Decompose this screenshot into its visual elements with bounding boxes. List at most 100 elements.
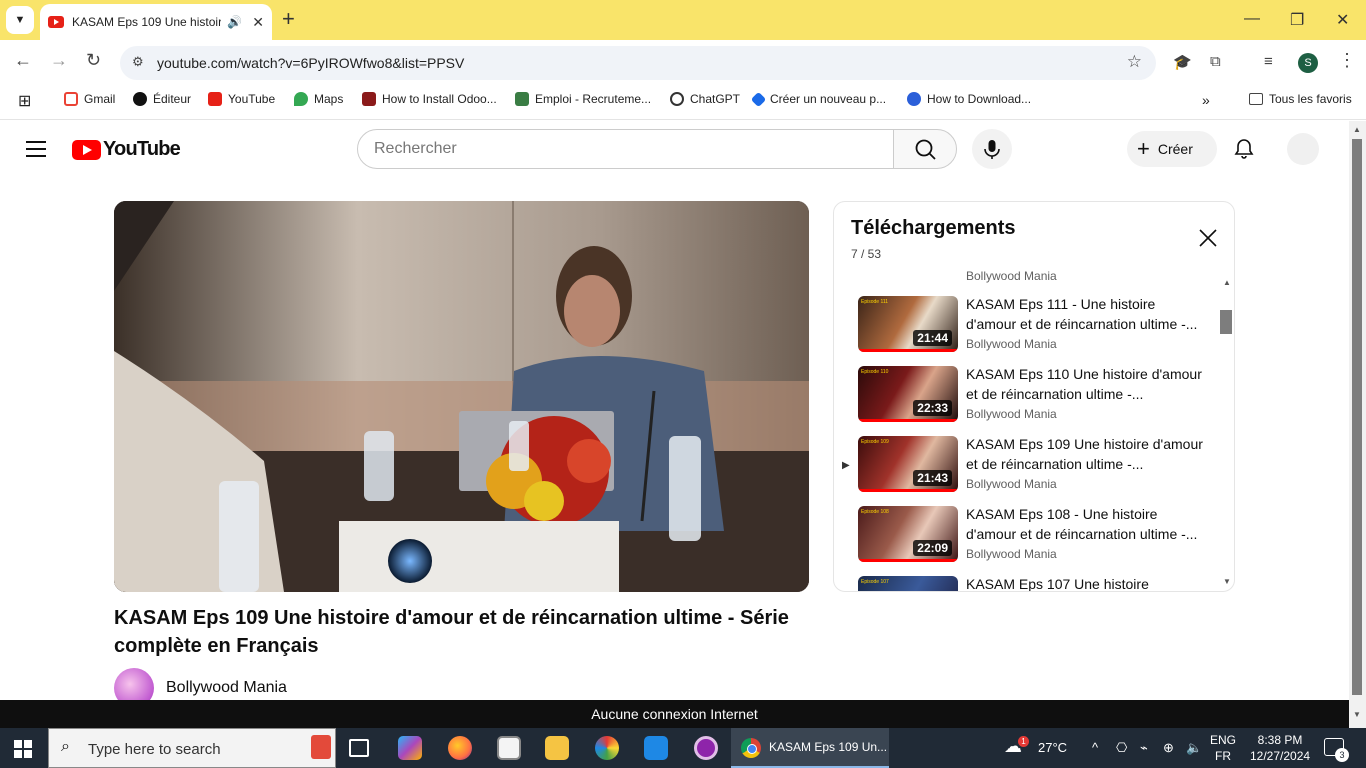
search-input[interactable] [358,130,858,168]
video-thumbnail: Episode 108 22:09 [858,506,958,562]
microphone-icon [984,140,1000,159]
youtube-play-icon [72,139,101,160]
tab-title: KASAM Eps 109 Une histoire d'amour et de… [72,15,222,29]
playlist-title[interactable]: Téléchargements [851,217,1016,240]
notifications-bell-icon[interactable] [1232,137,1256,166]
bookmark-maps[interactable]: Maps [294,92,343,106]
paint-app-icon[interactable] [595,736,619,760]
profile-avatar[interactable]: S [1298,53,1318,73]
url-text[interactable]: youtube.com/watch?v=6PyIROWfwo8&list=PPS… [157,55,464,71]
speaker-icon[interactable]: 🔊 [227,15,242,29]
video-player[interactable] [114,201,809,592]
voice-search-button[interactable] [972,129,1012,169]
battery-plug-icon[interactable]: ⌁ [1140,740,1148,756]
input-language[interactable]: ENG FR [1210,732,1236,764]
playlist-item[interactable]: Episode 111 21:44 KASAM Eps 111 - Une hi… [834,293,1218,363]
playlist-item-channel: Bollywood Mania [966,407,1057,421]
browser-menu-icon[interactable]: ⋮ [1338,50,1356,71]
duration-badge: 22:09 [913,540,952,556]
close-window-button[interactable]: ✕ [1336,10,1349,30]
volume-icon[interactable]: 🔈 [1186,740,1202,756]
back-button[interactable]: ← [14,50,32,71]
create-button[interactable]: + Créer [1127,131,1217,167]
offline-banner: Aucune connexion Internet [0,700,1349,728]
bookmark-star-icon[interactable]: ☆ [1127,52,1142,72]
guide-menu-icon[interactable] [26,141,46,162]
calendar-app-icon[interactable] [497,736,521,760]
bookmark-creer[interactable]: Créer un nouveau p... [750,91,886,107]
tab-search-button[interactable]: ▼ [6,6,34,34]
media-app-icon[interactable] [694,736,718,760]
youtube-logo[interactable]: YouTube [72,138,181,161]
bookmark-chatgpt[interactable]: ChatGPT [670,92,740,106]
duration-badge: 21:43 [913,470,952,486]
forward-button[interactable]: → [50,50,68,71]
duration-badge: 21:44 [913,330,952,346]
taskbar-clock[interactable]: 8:38 PM 12/27/2024 [1250,732,1310,764]
copilot-icon[interactable] [398,736,422,760]
playlist-scroll-thumb[interactable] [1220,310,1232,334]
file-explorer-icon[interactable] [545,736,569,760]
reload-button[interactable]: ↻ [86,50,101,71]
bookmark-youtube[interactable]: YouTube [208,92,275,106]
more-bookmarks-chevron-icon[interactable]: » [1202,92,1210,108]
page-scroll-down-icon[interactable]: ▼ [1349,700,1366,728]
playlist-item[interactable]: Bollywood Mania [834,270,1218,283]
notification-count: 3 [1335,748,1349,762]
apps-grid-icon[interactable]: ⊞ [18,91,31,111]
search-icon: ⌕ [61,738,70,755]
all-bookmarks-folder[interactable]: Tous les favoris [1249,92,1352,106]
playlist-items: Bollywood Mania Episode 111 21:44 KASAM … [834,270,1218,591]
odoo-site-icon [362,92,376,106]
account-avatar[interactable] [1287,133,1319,165]
page-scroll-up-icon[interactable]: ▲ [1353,125,1361,134]
bookmark-emploi[interactable]: Emploi - Recruteme... [515,92,651,106]
media-control-icon[interactable]: ≡ [1264,53,1273,70]
restore-button[interactable]: ❐ [1290,10,1304,30]
taskbar-chrome-window[interactable]: KASAM Eps 109 Un... [731,728,889,768]
channel-name[interactable]: Bollywood Mania [166,679,287,697]
new-tab-button[interactable]: + [282,8,295,30]
playlist-item-channel: Bollywood Mania [966,270,1057,283]
close-tab-icon[interactable]: ✕ [252,14,264,31]
playlist-item[interactable]: Episode 110 22:33 KASAM Eps 110 Une hist… [834,363,1218,433]
firefox-icon[interactable] [448,736,472,760]
page-scroll-thumb[interactable] [1352,139,1362,695]
taskbar-search-box[interactable]: ⌕ Type here to search [48,728,336,768]
network-adapter-icon[interactable]: ⎔ [1116,740,1127,756]
playlist-item-channel: Bollywood Mania [966,547,1057,561]
page-scrollbar[interactable]: ▲ [1349,121,1366,700]
bookmark-editeur[interactable]: Éditeur [133,92,191,106]
playlist-item-current[interactable]: ▶ Episode 109 21:43 KASAM Eps 109 Une hi… [834,433,1218,503]
vscode-icon[interactable] [644,736,668,760]
windows-start-icon[interactable] [14,740,32,758]
folder-icon [1249,93,1263,105]
playlist-item[interactable]: Episode 108 22:09 KASAM Eps 108 - Une hi… [834,503,1218,573]
playlist-item[interactable]: Episode 107 KASAM Eps 107 Une histoire [834,573,1218,591]
show-hidden-icons-chevron-icon[interactable]: ^ [1092,740,1098,755]
channel-avatar[interactable] [114,668,154,700]
minimize-button[interactable]: — [1244,10,1260,28]
extension-hat-icon[interactable]: 🎓 [1173,53,1192,71]
bookmark-odoo[interactable]: How to Install Odoo... [362,92,497,106]
playlist-position: 7 / 53 [851,247,882,261]
playlist-scrollbar[interactable]: ▲ ▼ [1218,270,1234,591]
search-button[interactable] [893,129,957,169]
video-thumbnail: Episode 110 22:33 [858,366,958,422]
scroll-up-arrow-icon[interactable]: ▲ [1223,278,1231,287]
weather-temperature[interactable]: 27°C [1038,740,1067,755]
close-playlist-icon[interactable] [1198,228,1218,253]
browser-tab-active[interactable]: KASAM Eps 109 Une histoire d'amour et de… [40,4,272,40]
bookmark-download[interactable]: How to Download... [907,92,1031,106]
globe-network-icon[interactable]: ⊕ [1163,740,1174,756]
editeur-icon [133,92,147,106]
playlist-item-title: KASAM Eps 108 - Une histoire d'amour et … [966,506,1198,542]
scroll-down-arrow-icon[interactable]: ▼ [1223,577,1231,586]
site-info-icon[interactable]: ⚙ [132,54,144,70]
extensions-puzzle-icon[interactable]: ⧉ [1210,53,1221,70]
address-bar[interactable]: ⚙ youtube.com/watch?v=6PyIROWfwo8&list=P… [120,46,1156,80]
emploi-site-icon [515,92,529,106]
bookmark-gmail[interactable]: Gmail [64,92,115,106]
now-playing-icon: ▶ [842,460,850,471]
task-view-icon[interactable] [349,739,369,757]
